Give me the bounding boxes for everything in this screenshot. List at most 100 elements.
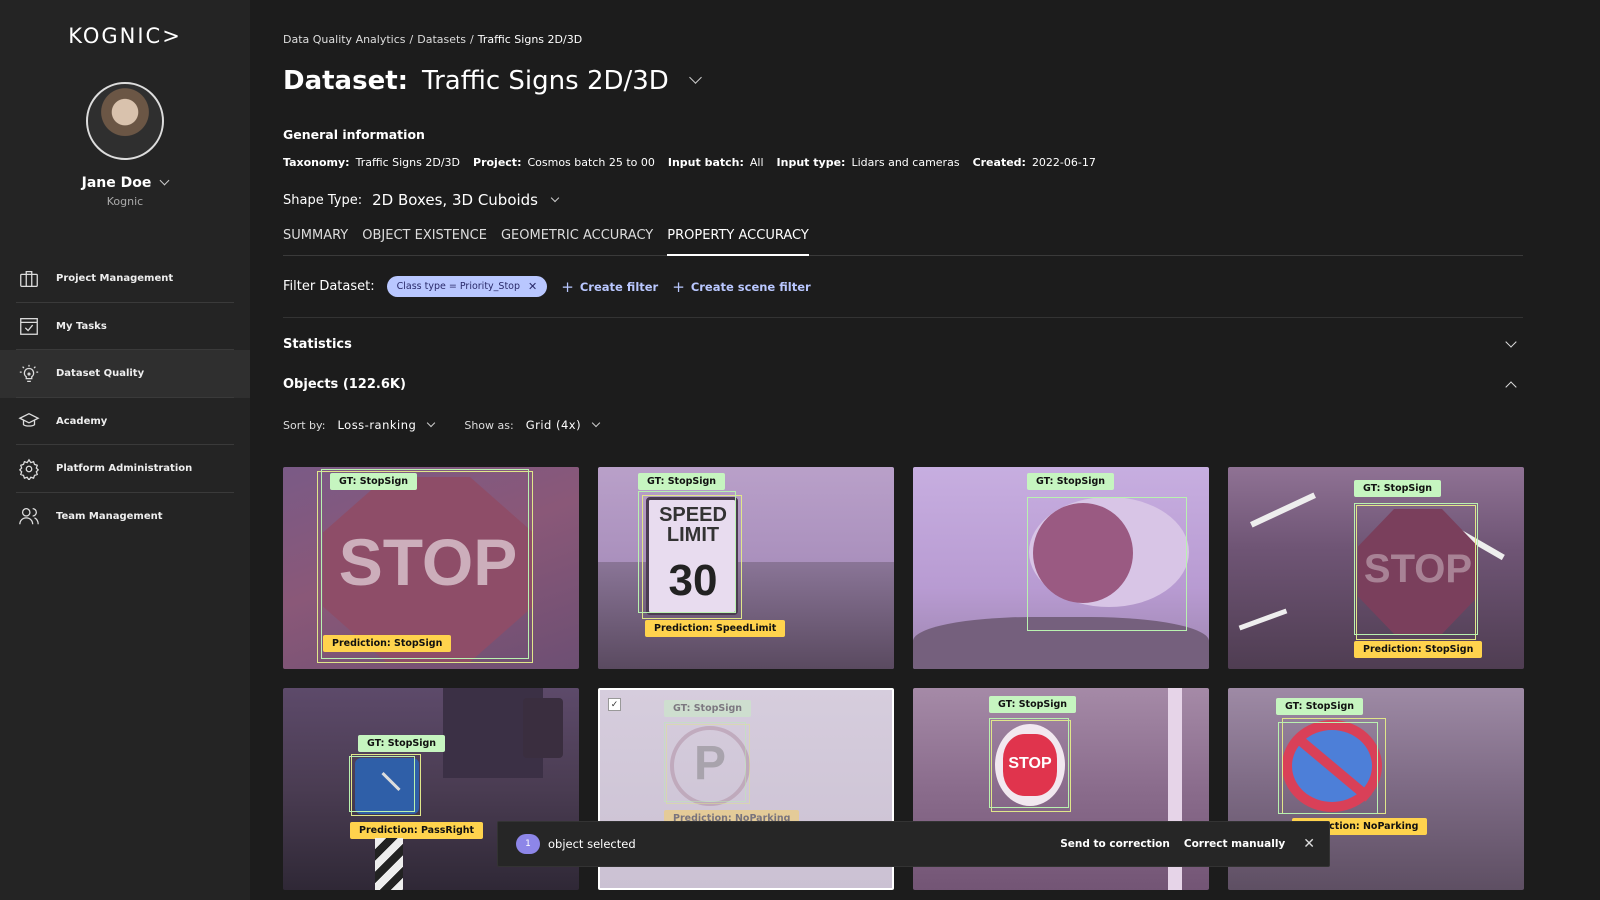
gt-label: GT: StopSign bbox=[330, 473, 418, 490]
gt-box bbox=[664, 722, 746, 802]
title-prefix: Dataset: bbox=[283, 66, 409, 96]
bollard bbox=[375, 838, 403, 890]
filter-label: Filter Dataset: bbox=[283, 279, 375, 294]
meta-taxonomy: Taxonomy: Traffic Signs 2D/3D bbox=[283, 156, 461, 169]
gear-icon bbox=[18, 458, 40, 480]
briefcase-icon bbox=[18, 268, 40, 290]
sidebar-item-platform-administration[interactable]: Platform Administration bbox=[0, 445, 250, 493]
prediction-label: Prediction: StopSign bbox=[323, 635, 452, 652]
chevron-up-icon bbox=[1505, 380, 1517, 393]
gt-label: GT: StopSign bbox=[358, 735, 446, 752]
filter-bar: Filter Dataset: Class type = Priority_St… bbox=[283, 276, 811, 297]
gt-box bbox=[1027, 497, 1187, 631]
dataset-name: Traffic Signs 2D/3D bbox=[422, 66, 669, 96]
filter-chip-label: Class type = Priority_Stop bbox=[396, 281, 521, 292]
breadcrumb-item[interactable]: Data Quality Analytics bbox=[283, 33, 406, 46]
meta-created: Created: 2022-06-17 bbox=[972, 156, 1096, 169]
page-title[interactable]: Dataset: Traffic Signs 2D/3D bbox=[283, 66, 702, 96]
breadcrumb-item[interactable]: Datasets bbox=[417, 33, 466, 46]
shape-type-label: Shape Type: bbox=[283, 192, 363, 208]
checkbox-icon bbox=[18, 315, 40, 337]
sidebar-item-project-management[interactable]: Project Management bbox=[0, 255, 250, 303]
shape-type-value: 2D Boxes, 3D Cuboids bbox=[372, 191, 539, 209]
object-card[interactable]: STOP GT: StopSign Prediction: StopSign bbox=[1228, 467, 1524, 669]
prediction-label: Prediction: StopSign bbox=[1354, 641, 1483, 658]
gt-box bbox=[1354, 503, 1478, 635]
objects-section-header[interactable]: Objects (122.6K) bbox=[283, 377, 1523, 393]
gt-label: GT: StopSign bbox=[1276, 698, 1364, 715]
statistics-section-header[interactable]: Statistics bbox=[283, 335, 1523, 352]
objects-title: Objects (122.6K) bbox=[283, 377, 406, 392]
ceiling-light bbox=[1250, 492, 1316, 528]
breadcrumb-separator: / bbox=[470, 33, 474, 46]
sidebar-item-my-tasks[interactable]: My Tasks bbox=[0, 303, 250, 351]
object-card[interactable]: SPEED LIMIT 30 GT: StopSign Prediction: S… bbox=[598, 467, 894, 669]
close-icon[interactable]: ✕ bbox=[528, 280, 537, 293]
sidebar-item-label: Project Management bbox=[56, 273, 174, 285]
ceiling-light bbox=[1238, 608, 1288, 631]
show-select[interactable]: Grid (4x) bbox=[526, 418, 581, 432]
prediction-label: Prediction: PassRight bbox=[350, 822, 484, 839]
sidebar-item-label: Platform Administration bbox=[56, 463, 193, 475]
statistics-title: Statistics bbox=[283, 337, 352, 352]
gt-box bbox=[349, 756, 415, 812]
close-icon[interactable]: ✕ bbox=[1303, 836, 1315, 852]
sidebar: KOGNIC> Jane Doe Kognic Project Manageme… bbox=[0, 0, 250, 900]
prediction-label: Prediction: SpeedLimit bbox=[645, 620, 786, 637]
create-filter-button[interactable]: + Create filter bbox=[561, 278, 658, 296]
gt-label: GT: StopSign bbox=[1354, 480, 1442, 497]
sort-label: Sort by: bbox=[283, 418, 326, 432]
tab-geometric-accuracy[interactable]: GEOMETRIC ACCURACY bbox=[501, 228, 653, 256]
selection-count-badge: 1 bbox=[516, 834, 540, 854]
filter-chip[interactable]: Class type = Priority_Stop ✕ bbox=[386, 276, 548, 297]
chevron-down-icon bbox=[550, 193, 560, 203]
object-card[interactable]: GT: StopSign bbox=[913, 467, 1209, 669]
lightbulb-icon bbox=[18, 363, 40, 385]
gt-label: GT: StopSign bbox=[1027, 473, 1115, 490]
user-name: Jane Doe bbox=[81, 175, 152, 191]
breadcrumb-current: Traffic Signs 2D/3D bbox=[477, 33, 583, 46]
breadcrumb-separator: / bbox=[409, 33, 414, 46]
sidebar-item-dataset-quality[interactable]: Dataset Quality bbox=[0, 350, 250, 398]
traffic-light bbox=[523, 698, 563, 758]
meta-input-type: Input type: Lidars and cameras bbox=[776, 156, 960, 169]
grid-controls: Sort by: Loss-ranking Show as: Grid (4x) bbox=[283, 418, 629, 432]
meta-project: Project: Cosmos batch 25 to 00 bbox=[473, 156, 655, 169]
send-to-correction-button[interactable]: Send to correction bbox=[1060, 838, 1170, 850]
plus-icon: + bbox=[561, 277, 574, 296]
chevron-down-icon bbox=[688, 70, 702, 84]
gt-box bbox=[1278, 722, 1378, 814]
chevron-down-icon bbox=[591, 418, 601, 428]
chevron-down-icon bbox=[159, 175, 170, 186]
gt-label: GT: StopSign bbox=[664, 700, 752, 717]
general-info: Taxonomy: Traffic Signs 2D/3D Project: Cos… bbox=[283, 156, 1096, 169]
sidebar-item-label: Dataset Quality bbox=[56, 368, 145, 380]
avatar[interactable] bbox=[86, 82, 164, 160]
correct-manually-button[interactable]: Correct manually bbox=[1184, 838, 1285, 850]
sidebar-item-label: Team Management bbox=[56, 510, 163, 522]
user-menu[interactable]: Jane Doe bbox=[0, 175, 250, 191]
shape-type-select[interactable]: Shape Type: 2D Boxes, 3D Cuboids bbox=[283, 191, 560, 209]
sort-select[interactable]: Loss-ranking bbox=[337, 418, 416, 432]
tab-object-existence[interactable]: OBJECT EXISTENCE bbox=[362, 228, 487, 256]
meta-input-batch: Input batch: All bbox=[667, 156, 764, 169]
tab-summary[interactable]: SUMMARY bbox=[283, 228, 348, 256]
user-org: Kognic bbox=[106, 195, 144, 208]
chevron-down-icon bbox=[1505, 335, 1517, 348]
sidebar-item-label: My Tasks bbox=[56, 320, 107, 332]
sidebar-item-label: Academy bbox=[56, 415, 108, 427]
create-scene-filter-button[interactable]: + Create scene filter bbox=[672, 278, 810, 296]
sidebar-nav: Project Management My Tasks Dataset Qual… bbox=[0, 255, 250, 540]
gt-label: GT: StopSign bbox=[989, 696, 1077, 713]
tab-property-accuracy[interactable]: PROPERTY ACCURACY bbox=[667, 228, 809, 256]
select-checkbox[interactable]: ✓ bbox=[608, 698, 621, 711]
general-info-heading: General information bbox=[283, 127, 425, 142]
gt-label: GT: StopSign bbox=[638, 473, 726, 490]
sidebar-item-academy[interactable]: Academy bbox=[0, 398, 250, 446]
object-card[interactable]: STOP GT: StopSign Prediction: StopSign bbox=[283, 467, 579, 669]
sidebar-item-team-management[interactable]: Team Management bbox=[0, 493, 250, 541]
selection-toolbar: 1 object selected Send to correction Cor… bbox=[497, 821, 1330, 867]
kognic-logo[interactable]: KOGNIC> bbox=[0, 24, 250, 48]
gt-box bbox=[989, 718, 1069, 808]
gt-box bbox=[321, 469, 529, 659]
